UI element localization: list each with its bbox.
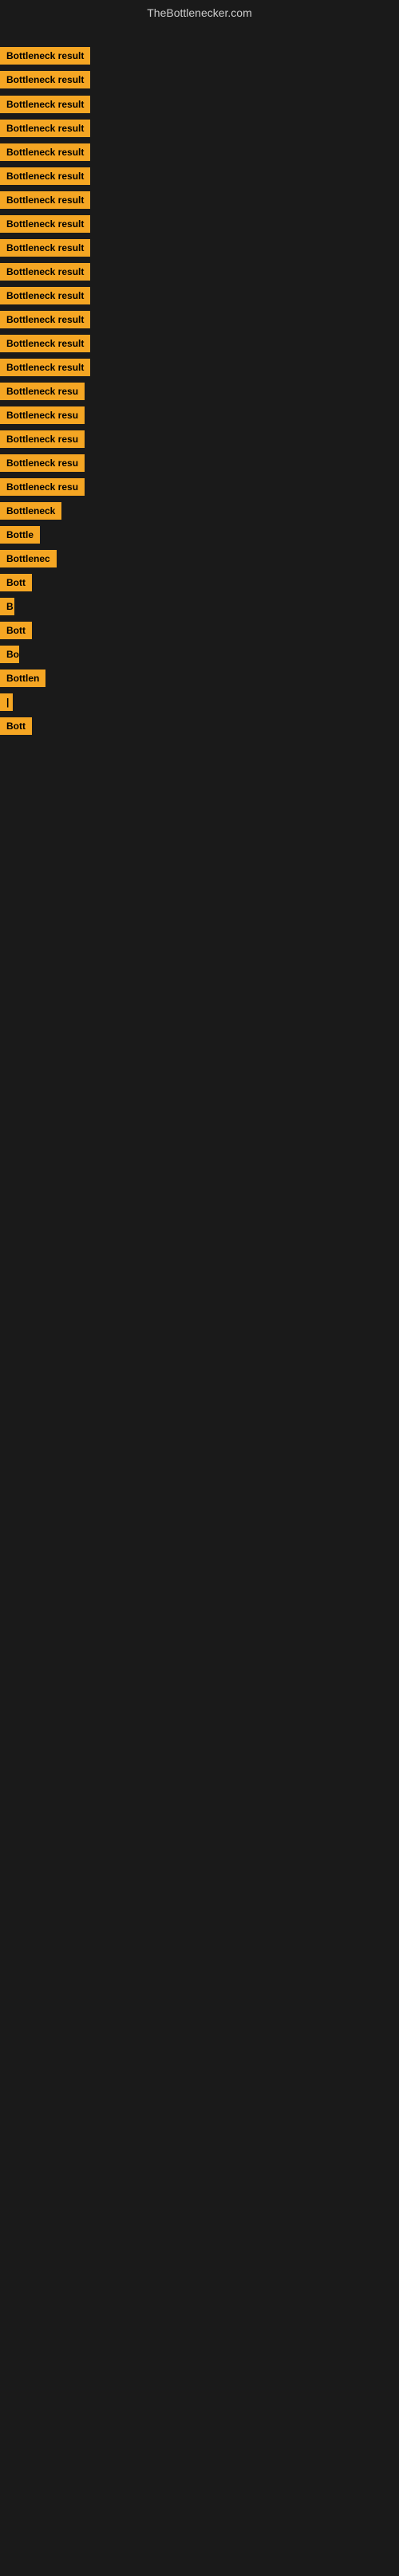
bottleneck-badge: Bottleneck result — [0, 263, 90, 281]
bottleneck-badge: Bott — [0, 622, 32, 639]
bottleneck-result-item: Bottlenec — [0, 550, 57, 571]
bottleneck-result-item: Bottleneck result — [0, 143, 90, 165]
bottleneck-badge: Bottleneck result — [0, 120, 90, 137]
bottleneck-result-item: Bottleneck result — [0, 311, 90, 332]
site-title: TheBottlenecker.com — [0, 0, 399, 26]
bottleneck-badge: Bottlenec — [0, 550, 57, 567]
bottleneck-badge: Bottleneck result — [0, 143, 90, 161]
bottleneck-result-item: Bottleneck resu — [0, 478, 85, 500]
bottleneck-result-item: B — [0, 598, 14, 619]
bottleneck-badge: Bottleneck result — [0, 311, 90, 328]
bottleneck-badge: Bo — [0, 646, 19, 663]
bottleneck-result-item: Bottleneck result — [0, 239, 90, 261]
bottleneck-result-item: Bottleneck resu — [0, 454, 85, 476]
bottleneck-badge: Bottle — [0, 526, 40, 544]
bottleneck-badge: Bottleneck result — [0, 335, 90, 352]
bottleneck-badge: Bottleneck result — [0, 239, 90, 257]
bottleneck-badge: Bottleneck result — [0, 96, 90, 113]
bottleneck-result-item: Bottleneck result — [0, 263, 90, 285]
bottleneck-badge: Bott — [0, 574, 32, 591]
bottleneck-badge: Bottleneck resu — [0, 454, 85, 472]
bottleneck-result-item: Bottleneck result — [0, 71, 90, 92]
bottleneck-result-item: Bottleneck resu — [0, 430, 85, 452]
bottleneck-badge: Bottleneck result — [0, 167, 90, 185]
bottleneck-badge: Bottleneck resu — [0, 406, 85, 424]
bottleneck-badge: Bottleneck result — [0, 191, 90, 209]
bottleneck-badge: Bott — [0, 717, 32, 735]
bottleneck-result-item: Bottleneck resu — [0, 406, 85, 428]
bottleneck-result-item: Bottleneck result — [0, 120, 90, 141]
bottleneck-result-item: Bottleneck — [0, 502, 61, 524]
bottleneck-result-item: | — [0, 693, 13, 715]
bottleneck-badge: Bottleneck resu — [0, 430, 85, 448]
bottleneck-badge: Bottleneck result — [0, 215, 90, 233]
bottleneck-result-item: Bo — [0, 646, 19, 667]
bottleneck-badge: Bottleneck result — [0, 287, 90, 304]
bottleneck-badge: Bottleneck result — [0, 47, 90, 65]
bottleneck-result-item: Bottleneck result — [0, 215, 90, 237]
bottleneck-result-item: Bottlen — [0, 670, 45, 691]
bottleneck-badge: B — [0, 598, 14, 615]
bottleneck-result-item: Bottleneck result — [0, 287, 90, 308]
bottleneck-badge: Bottleneck resu — [0, 478, 85, 496]
bottleneck-result-item: Bottleneck result — [0, 359, 90, 380]
bottleneck-result-item: Bottleneck resu — [0, 383, 85, 404]
bottleneck-result-item: Bottleneck result — [0, 167, 90, 189]
bottleneck-result-item: Bottleneck result — [0, 335, 90, 356]
bottleneck-result-item: Bott — [0, 717, 32, 739]
bottleneck-badge: | — [0, 693, 13, 711]
bottleneck-result-item: Bottleneck result — [0, 47, 90, 69]
bottleneck-badge: Bottlen — [0, 670, 45, 687]
bottleneck-result-item: Bottleneck result — [0, 96, 90, 117]
bottleneck-result-item: Bott — [0, 622, 32, 643]
bottleneck-result-item: Bottleneck result — [0, 191, 90, 213]
bottleneck-badge: Bottleneck resu — [0, 383, 85, 400]
bottleneck-badge: Bottleneck — [0, 502, 61, 520]
bottleneck-result-item: Bottle — [0, 526, 40, 548]
bottleneck-badge: Bottleneck result — [0, 71, 90, 88]
bottleneck-result-item: Bott — [0, 574, 32, 595]
bottleneck-badge: Bottleneck result — [0, 359, 90, 376]
